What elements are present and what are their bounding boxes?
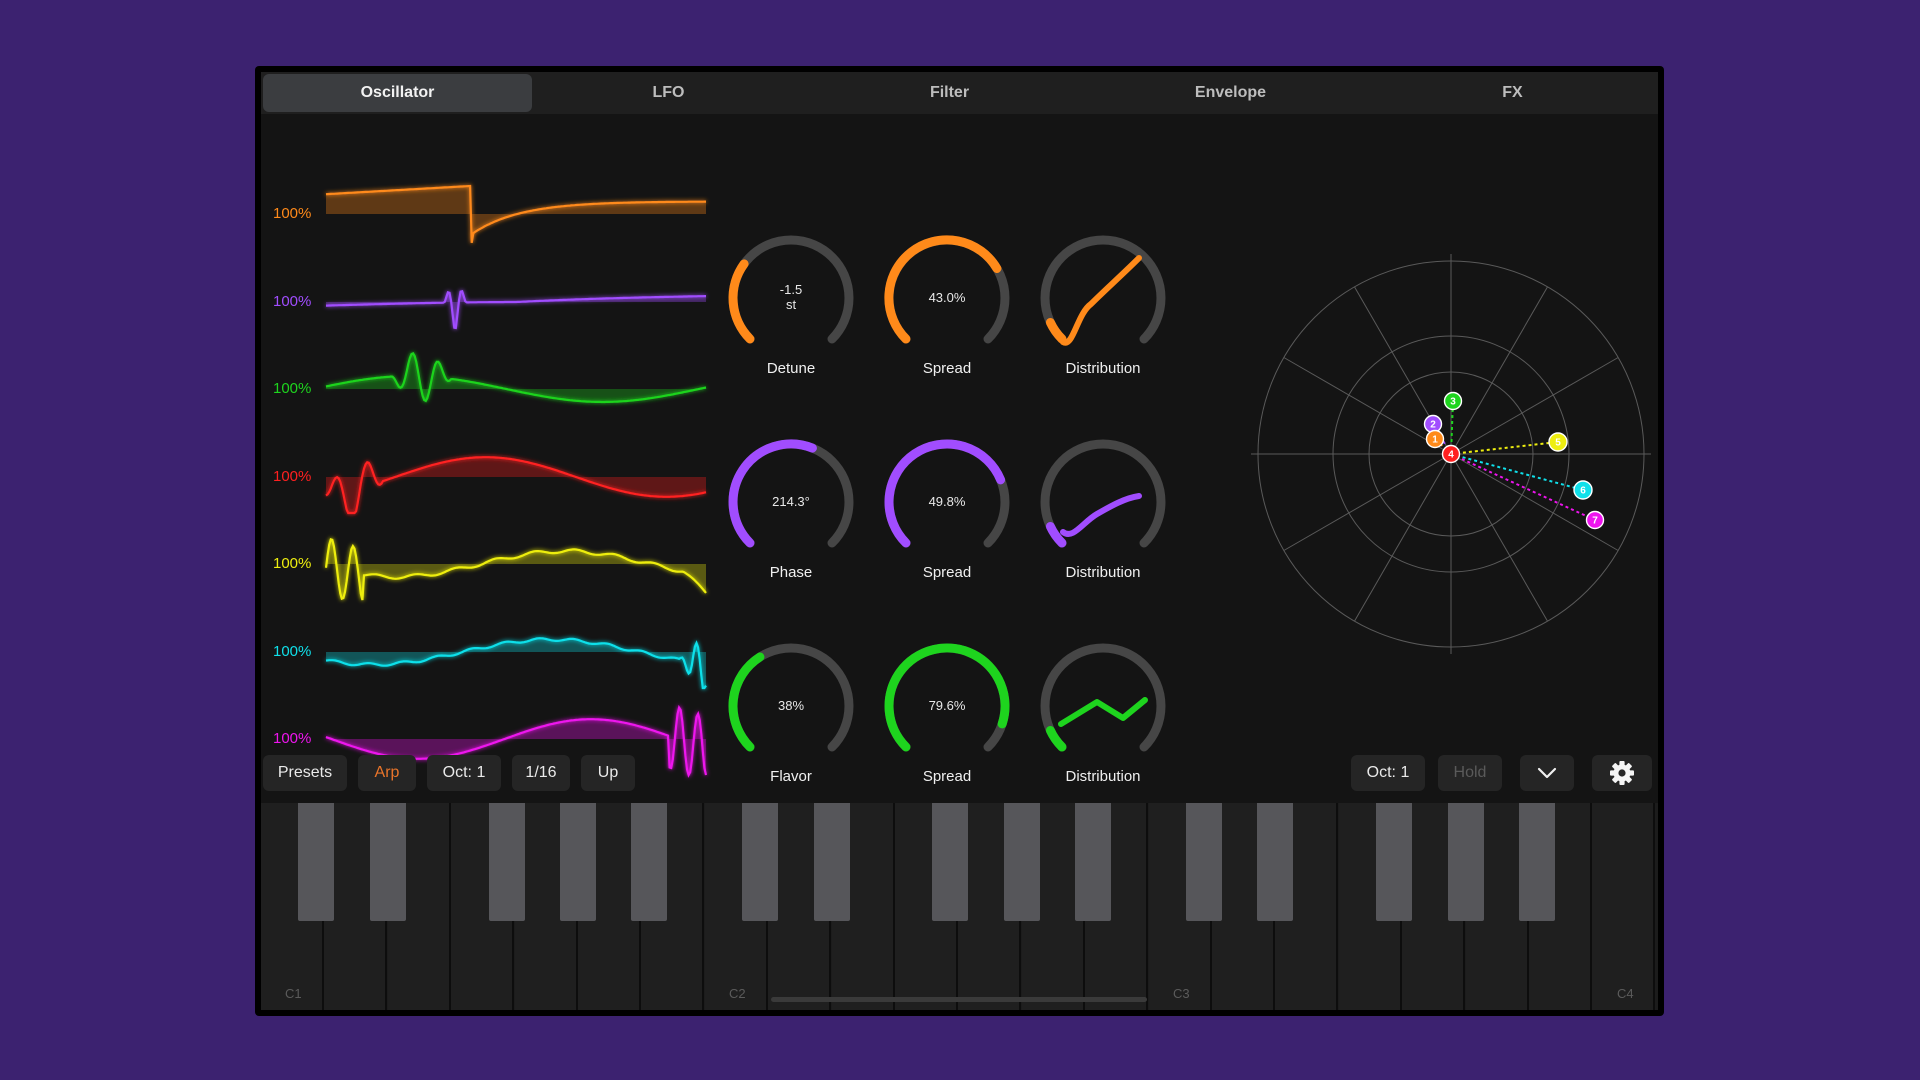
- voice-point-5[interactable]: 5: [1548, 432, 1568, 452]
- tab-fx[interactable]: FX: [1378, 74, 1647, 112]
- tab-oscillator[interactable]: Oscillator: [263, 74, 532, 112]
- voice-level-5: 100%: [273, 555, 312, 572]
- svg-text:2: 2: [1430, 420, 1436, 431]
- knob-label: Detune: [766, 360, 816, 377]
- knob-value-unit: st: [785, 297, 797, 312]
- black-key[interactable]: [932, 803, 969, 921]
- knob-label: Distribution: [1065, 768, 1141, 785]
- black-key[interactable]: [1257, 803, 1294, 921]
- knob-value-main: 43.0%: [928, 290, 966, 305]
- knob-distribution-3[interactable]: [1023, 626, 1183, 786]
- black-key[interactable]: [488, 803, 525, 921]
- waveform-2: [326, 289, 706, 329]
- tab-filter[interactable]: Filter: [815, 74, 1084, 112]
- arp-button[interactable]: Arp: [358, 755, 416, 791]
- knob-label: Phase: [769, 564, 813, 581]
- knob-label: Spread: [922, 360, 972, 377]
- voice-level-2: 100%: [273, 292, 312, 310]
- black-key[interactable]: [560, 803, 596, 921]
- svg-text:1: 1: [1432, 435, 1438, 446]
- knob-value: 79.6%: [897, 698, 997, 713]
- octave-label-c2: C2: [729, 986, 746, 1001]
- knob-value-main: 49.8%: [928, 494, 966, 509]
- knob-label: Distribution: [1065, 360, 1141, 377]
- octave-label-c4: C4: [1617, 986, 1634, 1001]
- waveform-1: [325, 184, 706, 243]
- knob-value-main: 214.3°: [772, 494, 810, 509]
- presets-button[interactable]: Presets: [263, 755, 347, 791]
- tab-bar: Oscillator LFO Filter Envelope FX: [261, 72, 1658, 114]
- arp-octave-button[interactable]: Oct: 1: [427, 755, 501, 791]
- tab-envelope[interactable]: Envelope: [1096, 74, 1365, 112]
- chevron-down-icon: [1537, 767, 1557, 779]
- knob-value: 49.8%: [897, 494, 997, 509]
- svg-text:5: 5: [1555, 438, 1561, 449]
- arp-rate-button[interactable]: 1/16: [512, 755, 570, 791]
- black-key[interactable]: [369, 803, 406, 921]
- voice-point-3[interactable]: 3: [1443, 391, 1463, 411]
- knob-value-main: 79.6%: [928, 698, 966, 713]
- knob-value: 214.3°: [741, 494, 841, 509]
- voice-point-6[interactable]: 6: [1573, 480, 1593, 500]
- knob-value: 43.0%: [897, 290, 997, 305]
- waveform-5: [324, 537, 707, 601]
- voice-point-7[interactable]: 7: [1585, 510, 1605, 530]
- black-key[interactable]: [1376, 803, 1413, 921]
- stereo-polar-scope[interactable]: 3 2 14 5 6 7: [1231, 234, 1658, 674]
- octave-label-c1: C1: [285, 986, 302, 1001]
- waveform-4: [325, 455, 707, 514]
- voice-level-6: 100%: [273, 642, 312, 660]
- piano-keyboard[interactable]: C1 C2 C3 C4: [261, 803, 1658, 1010]
- voice-level-3: 100%: [273, 380, 312, 397]
- voice-point-4[interactable]: 4: [1441, 444, 1461, 464]
- black-key[interactable]: [742, 803, 779, 921]
- black-key[interactable]: [631, 803, 668, 921]
- knob-label: Distribution: [1065, 564, 1141, 581]
- black-key[interactable]: [1519, 803, 1555, 921]
- gear-icon: [1610, 761, 1634, 785]
- knob-distribution-1[interactable]: [1023, 218, 1183, 378]
- svg-text:3: 3: [1450, 397, 1456, 408]
- synth-screen: Oscillator LFO Filter Envelope FX 100% 10…: [261, 72, 1658, 1010]
- svg-text:4: 4: [1448, 450, 1454, 461]
- white-key[interactable]: [1592, 803, 1656, 1010]
- arp-direction-button[interactable]: Up: [581, 755, 635, 791]
- octave-label-c3: C3: [1173, 986, 1190, 1001]
- knob-value: -1.5 st: [741, 282, 841, 312]
- voice-level-7: 100%: [273, 730, 312, 747]
- collapse-button[interactable]: [1520, 755, 1574, 791]
- voice-point-1[interactable]: 1: [1425, 429, 1445, 449]
- tab-lfo[interactable]: LFO: [534, 74, 803, 112]
- knob-value-main: 38%: [777, 698, 805, 713]
- voice-point-2[interactable]: 2: [1423, 414, 1443, 434]
- knob-label: Flavor: [770, 768, 812, 785]
- black-key[interactable]: [1186, 803, 1222, 921]
- black-key[interactable]: [1447, 803, 1484, 921]
- knob-label: Spread: [922, 768, 972, 785]
- knob-label: Spread: [922, 564, 972, 581]
- black-key[interactable]: [813, 803, 850, 921]
- voice-level-1: 100%: [273, 205, 312, 222]
- black-key[interactable]: [1075, 803, 1112, 921]
- keyboard-octave-button[interactable]: Oct: 1: [1351, 755, 1425, 791]
- settings-button[interactable]: [1592, 755, 1652, 791]
- device-frame: Oscillator LFO Filter Envelope FX 100% 10…: [255, 66, 1664, 1016]
- waveform-6: [325, 636, 707, 689]
- hold-button[interactable]: Hold: [1438, 755, 1502, 791]
- black-key[interactable]: [298, 803, 335, 921]
- svg-text:7: 7: [1592, 516, 1598, 527]
- keyboard-scroll-indicator[interactable]: [771, 997, 1147, 1002]
- waveform-3: [325, 352, 707, 404]
- black-key[interactable]: [1003, 803, 1040, 921]
- knob-distribution-2[interactable]: [1023, 422, 1183, 582]
- knob-value: 38%: [741, 698, 841, 713]
- voice-level-4: 100%: [273, 467, 312, 485]
- knob-value-main: -1.5: [779, 282, 803, 297]
- svg-text:6: 6: [1580, 486, 1586, 497]
